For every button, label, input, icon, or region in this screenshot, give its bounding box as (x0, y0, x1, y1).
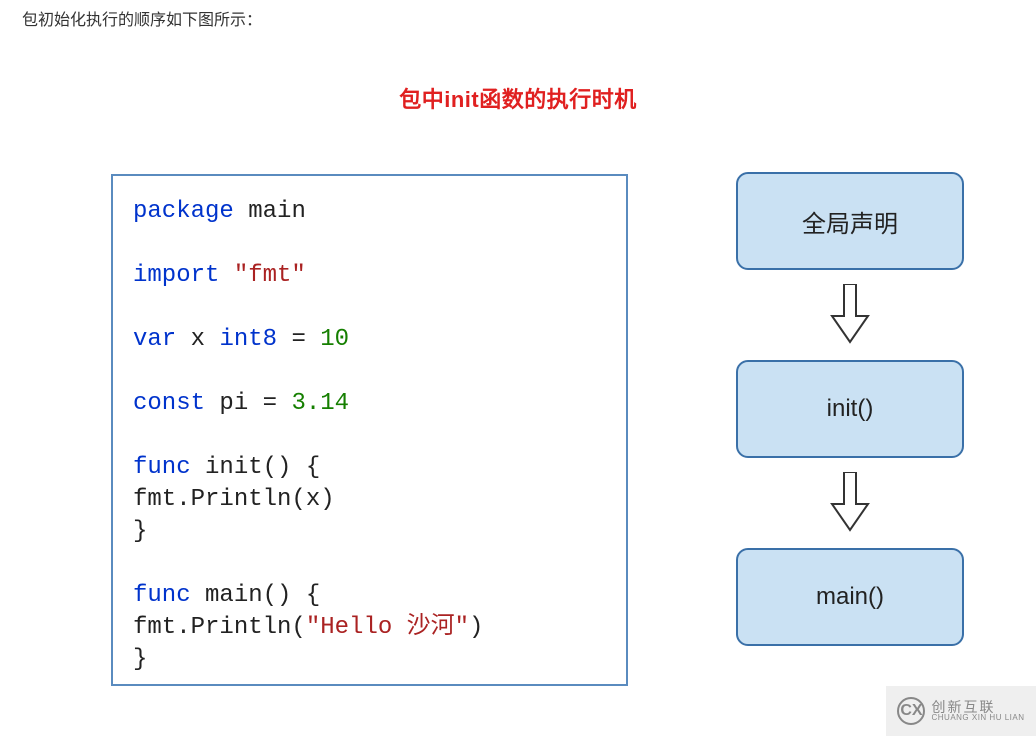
flow-step-label: init() (827, 395, 874, 423)
code-line: fmt.Println(x) (133, 484, 606, 516)
code-text: fmt.Println(x) (133, 486, 335, 513)
code-number: 10 (320, 326, 349, 353)
code-line (133, 420, 606, 452)
code-line (133, 292, 606, 324)
watermark-logo: CX 创新互联 CHUANG XIN HU LIAN (886, 686, 1036, 736)
code-line: func init() { (133, 452, 606, 484)
kw-func: func (133, 454, 191, 481)
kw-func: func (133, 582, 191, 609)
arrow-down-icon (736, 472, 964, 532)
flow-step-global-decl: 全局声明 (736, 172, 964, 270)
flow-step-label: main() (816, 583, 884, 611)
code-line (133, 548, 606, 580)
code-line: } (133, 644, 606, 676)
code-block: package main import "fmt" var x int8 = 1… (111, 174, 628, 686)
diagram-title: 包中init函数的执行时机 (0, 82, 1036, 114)
flow-step-main: main() (736, 548, 964, 646)
code-line: package main (133, 196, 606, 228)
code-text: main() { (191, 582, 321, 609)
code-line (133, 356, 606, 388)
intro-text: 包初始化执行的顺序如下图所示： (22, 6, 262, 30)
kw-package: package (133, 198, 234, 225)
code-line: var x int8 = 10 (133, 324, 606, 356)
watermark-icon-text: CX (900, 702, 922, 720)
code-line: const pi = 3.14 (133, 388, 606, 420)
watermark-text: 创新互联 CHUANG XIN HU LIAN (931, 700, 1024, 722)
code-text: init() { (191, 454, 321, 481)
code-line: func main() { (133, 580, 606, 612)
arrow-down-icon (736, 284, 964, 344)
kw-var: var (133, 326, 176, 353)
code-text: } (133, 646, 147, 673)
code-text: pi = (205, 390, 291, 417)
code-number: 3.14 (291, 390, 349, 417)
watermark-zh: 创新互联 (931, 700, 1024, 714)
code-string: "fmt" (219, 262, 305, 289)
flowchart: 全局声明 init() main() (736, 172, 964, 646)
kw-type: int8 (219, 326, 277, 353)
code-text: main (234, 198, 306, 225)
watermark-icon: CX (897, 697, 925, 725)
code-line: fmt.Println("Hello 沙河") (133, 612, 606, 644)
code-text: } (133, 518, 147, 545)
flow-step-label: 全局声明 (802, 204, 898, 239)
kw-const: const (133, 390, 205, 417)
code-text: fmt.Println( (133, 614, 306, 641)
code-text: ) (469, 614, 483, 641)
code-line (133, 228, 606, 260)
kw-import: import (133, 262, 219, 289)
flow-step-init: init() (736, 360, 964, 458)
code-string: "Hello 沙河" (306, 614, 469, 641)
code-line: import "fmt" (133, 260, 606, 292)
watermark-py: CHUANG XIN HU LIAN (931, 714, 1024, 722)
code-text: x (176, 326, 219, 353)
code-line: } (133, 516, 606, 548)
code-text: = (277, 326, 320, 353)
